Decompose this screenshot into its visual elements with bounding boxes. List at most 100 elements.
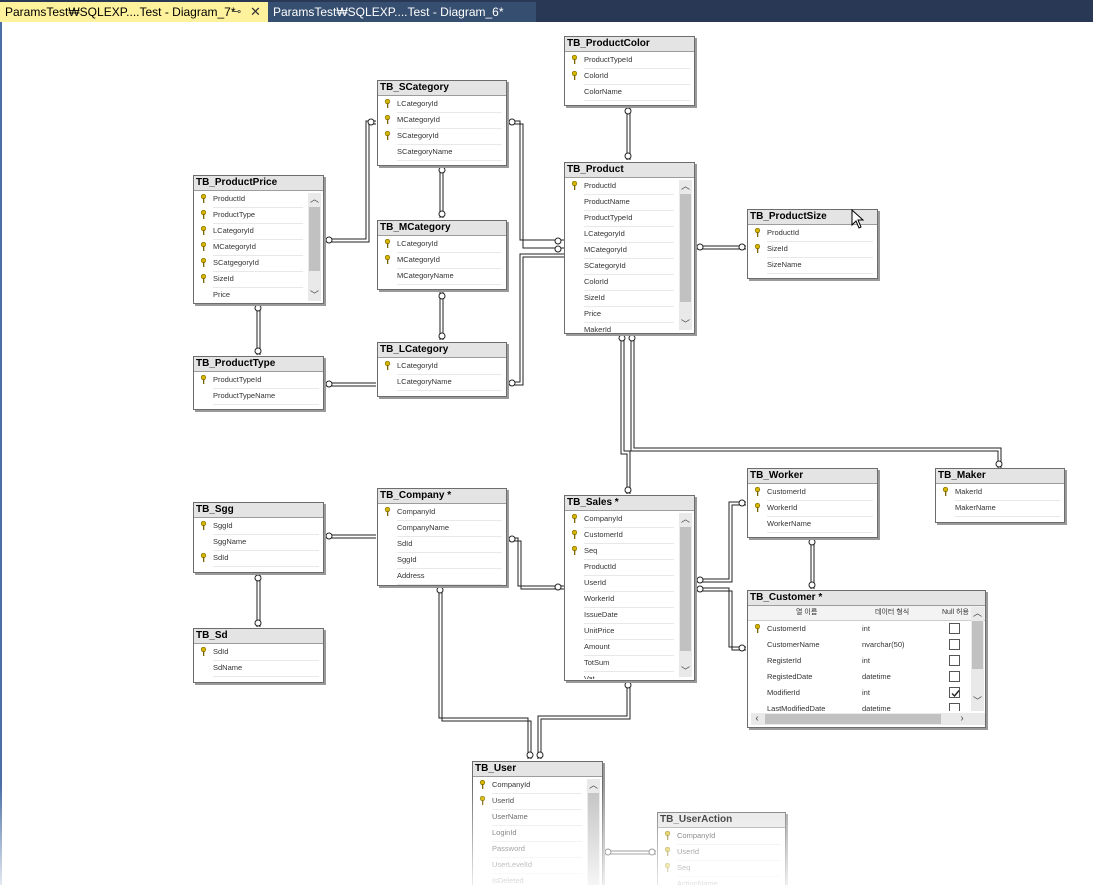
column-row[interactable]: LCategoryName <box>378 374 506 391</box>
table-tb-company[interactable]: TB_Company * CompanyId CompanyName SdId … <box>377 488 507 586</box>
table-tb-scategory[interactable]: TB_SCategory LCategoryId MCategoryId SCa… <box>377 80 507 166</box>
vertical-scrollbar[interactable]: ︿ ﹀ <box>971 607 984 711</box>
column-row[interactable]: SggId <box>194 518 323 535</box>
column-row[interactable]: Price <box>194 287 323 303</box>
column-row[interactable]: Amount <box>565 639 694 656</box>
close-icon[interactable]: ✕ <box>250 2 261 22</box>
column-row[interactable]: SCategoryId <box>565 258 694 275</box>
grid-row[interactable]: LastModifiedDate datetime <box>748 701 985 711</box>
allow-null-checkbox[interactable] <box>949 623 960 634</box>
column-row[interactable]: MakerId <box>565 322 694 332</box>
column-row[interactable]: MCategoryId <box>565 242 694 259</box>
scroll-up-icon[interactable]: ︿ <box>971 607 984 619</box>
vertical-scrollbar[interactable]: ︿ ﹀ <box>308 193 321 301</box>
horizontal-scrollbar[interactable]: ‹ › <box>751 713 985 725</box>
column-row[interactable]: UserName <box>473 809 602 826</box>
scroll-down-icon[interactable]: ﹀ <box>679 665 692 677</box>
column-row[interactable]: SizeId <box>194 271 323 288</box>
column-row[interactable]: UnitPrice <box>565 623 694 640</box>
column-row[interactable]: MCategoryId <box>378 252 506 269</box>
table-tb-sd[interactable]: TB_Sd SdId SdName <box>193 628 324 683</box>
scroll-up-icon[interactable]: ︿ <box>679 180 692 192</box>
allow-null-checkbox[interactable] <box>949 703 960 711</box>
scrollbar-thumb[interactable] <box>309 207 320 271</box>
column-row[interactable]: ProductName <box>565 194 694 211</box>
column-row[interactable]: SdName <box>194 660 323 677</box>
grid-row[interactable]: RegistedDate datetime <box>748 669 985 685</box>
table-tb-useraction[interactable]: TB_UserAction CompanyId UserId Seq Actio… <box>657 812 786 885</box>
column-row[interactable]: ProductId <box>565 178 694 195</box>
grid-row[interactable]: RegisterId int <box>748 653 985 669</box>
table-tb-product[interactable]: TB_Product ProductId ProductName Product… <box>564 162 695 334</box>
scroll-down-icon[interactable]: ﹀ <box>971 695 984 707</box>
column-row[interactable]: IssueDate <box>565 607 694 624</box>
column-row[interactable]: Address <box>378 568 506 585</box>
grid-row[interactable]: CustomerName nvarchar(50) <box>748 637 985 653</box>
table-tb-worker[interactable]: TB_Worker CustomerId WorkerId WorkerName <box>747 468 878 538</box>
column-row[interactable]: MCategoryId <box>378 112 506 129</box>
column-row[interactable]: SggId <box>378 552 506 569</box>
column-row[interactable]: Vat <box>565 671 694 679</box>
tab-diagram-6[interactable]: ParamsTest₩SQLEXP....Test - Diagram_6* <box>268 2 536 22</box>
column-row[interactable]: UserId <box>565 575 694 592</box>
column-row[interactable]: SizeName <box>748 257 877 274</box>
column-row[interactable]: Seq <box>658 860 785 877</box>
column-row[interactable]: MCategoryId <box>194 239 323 256</box>
scrollbar-thumb[interactable] <box>680 527 691 651</box>
scrollbar-thumb[interactable] <box>765 714 941 724</box>
pin-icon[interactable]: ⊸ <box>232 2 241 22</box>
column-row[interactable]: WorkerName <box>748 516 877 533</box>
scrollbar-thumb[interactable] <box>680 194 691 302</box>
table-tb-mcategory[interactable]: TB_MCategory LCategoryId MCategoryId MCa… <box>377 220 507 290</box>
column-row[interactable]: CustomerId <box>565 527 694 544</box>
vertical-scrollbar[interactable]: ︿ ﹀ <box>679 180 692 330</box>
column-row[interactable]: SizeId <box>565 290 694 307</box>
column-row[interactable]: CompanyName <box>378 520 506 537</box>
column-row[interactable]: SizeId <box>748 241 877 258</box>
column-row[interactable]: ProductTypeId <box>565 52 694 69</box>
column-row[interactable]: CustomerId <box>748 484 877 501</box>
column-row[interactable]: CompanyId <box>565 511 694 528</box>
column-row[interactable]: MakerId <box>936 484 1064 501</box>
column-row[interactable]: MCategoryName <box>378 268 506 285</box>
column-row[interactable]: SCategoryName <box>378 144 506 161</box>
column-row[interactable]: ProductId <box>194 191 323 208</box>
column-row[interactable]: ColorId <box>565 68 694 85</box>
allow-null-checkbox[interactable] <box>949 671 960 682</box>
scrollbar-thumb[interactable] <box>588 793 599 885</box>
table-tb-maker[interactable]: TB_Maker MakerId MakerName <box>935 468 1065 523</box>
scroll-down-icon[interactable]: ﹀ <box>308 289 321 301</box>
scroll-up-icon[interactable]: ︿ <box>308 193 321 205</box>
table-tb-sgg[interactable]: TB_Sgg SggId SggName SdId <box>193 502 324 573</box>
scroll-right-icon[interactable]: › <box>956 713 968 725</box>
column-row[interactable]: ProductTypeId <box>565 210 694 227</box>
vertical-scrollbar[interactable]: ︿ ﹀ <box>679 513 692 677</box>
column-row[interactable]: CompanyId <box>658 828 785 845</box>
column-row[interactable]: CompanyId <box>378 504 506 521</box>
column-row[interactable]: SdId <box>378 536 506 553</box>
allow-null-checkbox[interactable] <box>949 639 960 650</box>
column-row[interactable]: LoginId <box>473 825 602 842</box>
table-tb-producttype[interactable]: TB_ProductType ProductTypeId ProductType… <box>193 356 324 410</box>
vertical-scrollbar[interactable]: ︿ <box>587 779 600 885</box>
column-row[interactable]: ActionName <box>658 876 785 885</box>
column-row[interactable]: LCategoryId <box>565 226 694 243</box>
column-row[interactable]: ProductId <box>565 559 694 576</box>
scroll-down-icon[interactable]: ﹀ <box>679 318 692 330</box>
table-tb-lcategory[interactable]: TB_LCategory LCategoryId LCategoryName <box>377 342 507 397</box>
column-row[interactable]: ColorName <box>565 84 694 101</box>
column-row[interactable]: SCategoryId <box>378 128 506 145</box>
table-tb-sales[interactable]: TB_Sales * CompanyId CustomerId Seq Prod… <box>564 495 695 681</box>
allow-null-checkbox[interactable] <box>949 655 960 666</box>
scrollbar-thumb[interactable] <box>972 621 983 669</box>
scroll-left-icon[interactable]: ‹ <box>751 713 763 725</box>
scroll-up-icon[interactable]: ︿ <box>679 513 692 525</box>
column-row[interactable]: LCategoryId <box>378 96 506 113</box>
table-tb-user[interactable]: TB_User CompanyId UserId UserName LoginI… <box>472 761 603 885</box>
column-row[interactable]: Seq <box>565 543 694 560</box>
column-row[interactable]: CompanyId <box>473 777 602 794</box>
allow-null-checkbox-checked[interactable] <box>949 687 960 698</box>
grid-row[interactable]: CustomerId int <box>748 621 985 637</box>
scroll-up-icon[interactable]: ︿ <box>587 779 600 791</box>
column-row[interactable]: LCategoryId <box>378 358 506 375</box>
